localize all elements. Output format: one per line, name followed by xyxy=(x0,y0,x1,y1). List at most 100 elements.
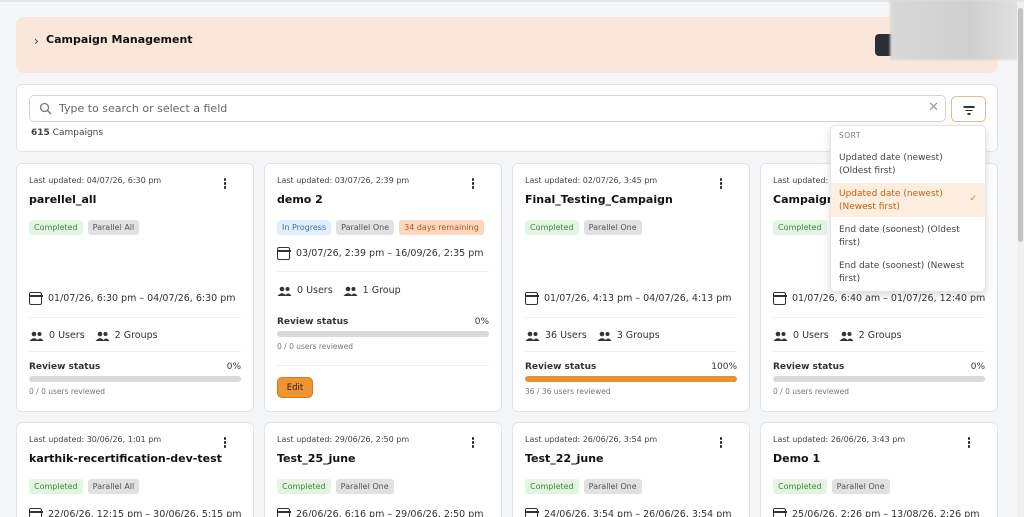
sort-option-label: End date (soonest) (Oldest first) xyxy=(839,225,960,248)
search-input[interactable]: Type to search or select a field ✕ xyxy=(29,95,946,122)
groups-icon xyxy=(95,331,110,341)
more-options-icon[interactable] xyxy=(223,178,227,190)
sort-option-updated-oldest[interactable]: Updated date (newest) (Oldest first) xyxy=(831,152,985,178)
campaign-card[interactable]: Last updated: 03/07/26, 2:39 pm demo 2 I… xyxy=(264,163,502,412)
date-range: 22/06/26, 12:15 pm – 30/06/26, 5:15 pm xyxy=(28,508,242,517)
review-progress-bar xyxy=(525,376,737,382)
campaign-card[interactable]: Last updated: 29/06/26, 2:50 pm Test_25_… xyxy=(264,422,502,517)
groups-count: 1 Group xyxy=(362,285,401,296)
more-options-icon[interactable] xyxy=(471,437,475,449)
campaign-name: parellel_all xyxy=(29,193,97,206)
date-range-text: 01/07/26, 6:40 am – 01/07/26, 12:40 pm xyxy=(792,293,986,304)
more-options-icon[interactable] xyxy=(967,437,971,449)
groups-count: 2 Groups xyxy=(858,330,902,341)
groups-count: 2 Groups xyxy=(114,330,158,341)
divider xyxy=(773,317,985,318)
last-updated: Last updated: 0 xyxy=(773,176,836,185)
last-updated: Last updated: 26/06/26, 3:43 pm xyxy=(773,435,906,444)
sort-option-updated-newest[interactable]: Updated date (newest) (Newest first) ✓ xyxy=(831,183,985,217)
more-options-icon[interactable] xyxy=(471,178,475,190)
more-options-icon[interactable] xyxy=(719,178,723,190)
search-icon xyxy=(39,102,52,115)
calendar-icon xyxy=(772,292,787,305)
participants: 0 Users 1 Group xyxy=(277,285,401,296)
status-badge: Completed xyxy=(773,220,827,235)
search-placeholder: Type to search or select a field xyxy=(59,102,228,115)
review-status-label: Review status xyxy=(525,362,597,372)
date-range-text: 24/06/26, 3:54 pm – 26/06/26, 3:54 pm xyxy=(544,509,732,517)
groups-icon xyxy=(343,286,358,296)
sort-heading: SORT xyxy=(839,131,861,140)
campaign-name: Final_Testing_Campaign xyxy=(525,193,673,206)
campaign-card[interactable]: Last updated: 26/06/26, 3:43 pm Demo 1 C… xyxy=(760,422,998,517)
users-count: 0 Users xyxy=(297,285,333,296)
campaign-name: Test_25_june xyxy=(277,452,356,465)
review-status-label: Review status xyxy=(29,362,101,372)
filter-sort-button[interactable] xyxy=(951,96,986,122)
review-percent: 0% xyxy=(970,362,985,372)
divider xyxy=(29,317,241,318)
review-status: Review status 0% 0 / 0 users reviewed xyxy=(277,317,489,351)
last-updated: Last updated: 29/06/26, 2:50 pm xyxy=(277,435,410,444)
sort-option-end-newest[interactable]: End date (soonest) (Newest first) xyxy=(831,260,985,286)
groups-icon xyxy=(839,331,854,341)
review-subtext: 0 / 0 users reviewed xyxy=(277,342,354,351)
participants: 0 Users 2 Groups xyxy=(29,330,158,341)
users-icon xyxy=(277,286,292,296)
chevron-right-icon[interactable]: › xyxy=(34,34,39,48)
clear-icon[interactable]: ✕ xyxy=(928,100,939,115)
divider xyxy=(277,365,489,366)
sort-option-label: End date (soonest) (Newest first) xyxy=(839,261,965,284)
last-updated: Last updated: 30/06/26, 1:01 pm xyxy=(29,435,162,444)
days-remaining-badge: 34 days remaining xyxy=(399,220,484,235)
date-range-text: 22/06/26, 12:15 pm – 30/06/26, 5:15 pm xyxy=(48,509,242,517)
status-badge: Completed xyxy=(277,479,331,494)
campaign-card[interactable]: Last updated: 02/07/26, 3:45 pm Final_Te… xyxy=(512,163,750,412)
users-count: 0 Users xyxy=(793,330,829,341)
date-range: 24/06/26, 3:54 pm – 26/06/26, 3:54 pm xyxy=(524,508,732,517)
filter-icon xyxy=(963,106,974,108)
review-progress-bar xyxy=(277,331,489,337)
users-count: 36 Users xyxy=(545,330,587,341)
sort-option-end-oldest[interactable]: End date (soonest) (Oldest first) xyxy=(831,224,985,250)
campaign-count: 615 Campaigns xyxy=(31,128,103,138)
date-range-text: 26/06/26, 6:16 pm – 29/06/26, 2:50 pm xyxy=(296,509,484,517)
check-icon: ✓ xyxy=(969,194,977,204)
campaign-card[interactable]: Last updated: 30/06/26, 1:01 pm karthik-… xyxy=(16,422,254,517)
scrollbar-thumb[interactable] xyxy=(1018,8,1023,242)
vertical-scrollbar[interactable] xyxy=(1017,2,1024,517)
divider xyxy=(525,351,737,352)
campaign-name: Test_22_june xyxy=(525,452,604,465)
date-range: 01/07/26, 6:30 pm – 04/07/26, 6:30 pm xyxy=(28,292,236,305)
status-badge: Completed xyxy=(525,220,579,235)
more-options-icon[interactable] xyxy=(223,437,227,449)
more-options-icon[interactable] xyxy=(719,437,723,449)
review-progress-bar xyxy=(773,376,985,382)
status-badge: Completed xyxy=(773,479,827,494)
participants: 0 Users 2 Groups xyxy=(773,330,902,341)
sort-dropdown: SORT Updated date (newest) (Oldest first… xyxy=(830,125,986,292)
calendar-icon xyxy=(772,508,787,517)
campaign-card[interactable]: Last updated: 04/07/26, 6:30 pm parellel… xyxy=(16,163,254,412)
date-range: 01/07/26, 6:40 am – 01/07/26, 12:40 pm xyxy=(772,292,986,305)
date-range-text: 25/06/26, 2:26 pm – 13/08/26, 2:26 pm xyxy=(792,509,980,517)
campaign-management-header[interactable]: › Campaign Management xyxy=(16,17,998,73)
date-range-text: 03/07/26, 2:39 pm – 16/09/26, 2:35 pm xyxy=(296,248,484,259)
campaign-card[interactable]: Last updated: 26/06/26, 3:54 pm Test_22_… xyxy=(512,422,750,517)
date-range-text: 01/07/26, 4:13 pm – 04/07/26, 4:13 pm xyxy=(544,293,732,304)
campaign-count-number: 615 xyxy=(31,128,50,138)
campaign-name: Demo 1 xyxy=(773,452,821,465)
filter-icon-line xyxy=(967,113,970,115)
campaign-name: karthik-recertification-dev-test xyxy=(29,452,222,465)
type-badge: Parallel One xyxy=(831,479,890,494)
participants: 36 Users 3 Groups xyxy=(525,330,660,341)
review-status-label: Review status xyxy=(773,362,845,372)
type-badge: Parallel All xyxy=(87,479,140,494)
date-range-text: 01/07/26, 6:30 pm – 04/07/26, 6:30 pm xyxy=(48,293,236,304)
last-updated: Last updated: 02/07/26, 3:45 pm xyxy=(525,176,658,185)
calendar-icon xyxy=(524,508,539,517)
type-badge: Parallel One xyxy=(336,220,395,235)
review-progress-bar xyxy=(29,376,241,382)
edit-button[interactable]: Edit xyxy=(277,377,313,398)
sort-option-label: Updated date (newest) (Oldest first) xyxy=(839,153,943,176)
